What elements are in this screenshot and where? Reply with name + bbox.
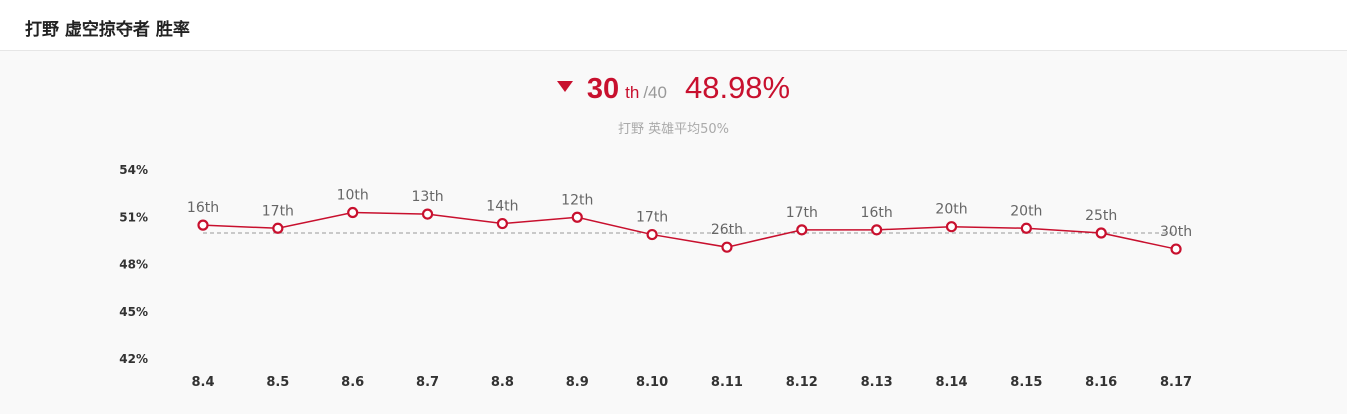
rank-label: 17th [262, 203, 294, 219]
x-tick-label: 8.17 [1160, 375, 1192, 390]
data-point[interactable] [721, 241, 733, 253]
data-point[interactable] [197, 219, 209, 231]
x-tick-label: 8.13 [861, 375, 893, 390]
data-point[interactable] [421, 208, 434, 220]
y-tick-label: 54% [119, 163, 148, 177]
rank-label: 25th [1085, 208, 1117, 224]
rank-label: 13th [411, 189, 443, 205]
win-rate-chart: 54%51%48%45%42% 8.4 8.5 8.6 8.7 8.8 8.9 8.10 8.… [119, 163, 1192, 390]
x-axis: 8.4 8.5 8.6 8.7 8.8 8.9 8.10 8.11 8.12 8.13 8.14 8.… [191, 375, 1192, 390]
rank-label: 16th [187, 200, 219, 216]
y-tick-label: 51% [119, 210, 148, 224]
rank-labels-layer: 16th 17th 10th 13th 14th 12th 17th 26th 17th 16th… [187, 188, 1192, 241]
x-tick-label: 8.5 [266, 375, 289, 390]
data-point[interactable] [646, 228, 658, 241]
x-tick-label: 8.7 [416, 375, 439, 390]
rank-label: 12th [561, 192, 593, 208]
x-tick-label: 8.10 [636, 375, 668, 390]
data-point[interactable] [347, 206, 359, 219]
y-axis: 54% 51% 48% 45% 42% [119, 163, 148, 366]
rank-label: 20th [935, 202, 967, 218]
rank-label: 17th [786, 205, 818, 221]
data-point[interactable] [945, 221, 958, 233]
x-tick-label: 8.4 [191, 375, 214, 390]
y-tick-label: 42% [119, 352, 148, 366]
x-tick-label: 8.16 [1085, 375, 1117, 390]
data-point[interactable] [571, 211, 583, 223]
data-point[interactable] [496, 217, 508, 230]
x-tick-label: 8.8 [491, 375, 514, 390]
rank-label: 20th [1010, 203, 1042, 219]
x-tick-label: 8.15 [1010, 375, 1042, 390]
rank-label: 16th [861, 205, 893, 221]
rank-label: 17th [636, 210, 668, 226]
rank-label: 14th [486, 199, 518, 215]
data-point[interactable] [1020, 222, 1032, 234]
rank-label: 30th [1160, 224, 1192, 240]
x-tick-label: 8.6 [341, 375, 364, 390]
rank-label: 10th [337, 188, 369, 204]
data-point[interactable] [796, 224, 808, 236]
x-tick-label: 8.14 [935, 375, 967, 390]
rank-label: 26th [711, 222, 743, 238]
x-tick-label: 8.11 [711, 375, 743, 390]
y-tick-label: 45% [119, 305, 148, 319]
y-tick-label: 48% [119, 258, 148, 272]
data-point[interactable] [272, 222, 284, 234]
data-point[interactable] [1170, 243, 1182, 255]
x-tick-label: 8.9 [566, 375, 589, 390]
data-point[interactable] [871, 224, 883, 236]
data-point[interactable] [1095, 227, 1107, 239]
x-tick-label: 8.12 [786, 375, 818, 390]
